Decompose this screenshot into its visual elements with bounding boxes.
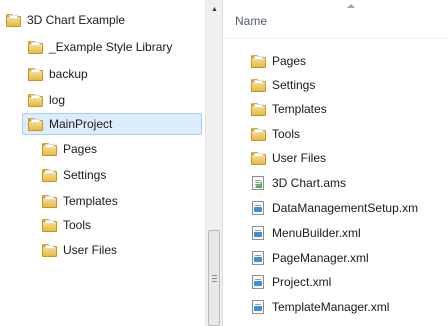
folder-icon — [42, 194, 57, 208]
xml-file-icon — [252, 226, 264, 240]
navigation-pane: 3D Chart Example _Example Style Library … — [0, 0, 205, 326]
xml-file-icon — [252, 300, 264, 314]
folder-icon — [42, 168, 57, 182]
nav-item-label: Pages — [63, 142, 98, 156]
nav-item-example-style-library[interactable]: _Example Style Library — [28, 37, 172, 57]
list-item-label: DataManagementSetup.xm — [272, 201, 419, 215]
nav-item-pages[interactable]: Pages — [42, 139, 97, 159]
list-item-label: Pages — [272, 54, 307, 68]
nav-item-label: log — [49, 93, 66, 107]
folder-icon — [251, 78, 266, 92]
nav-item-label: MainProject — [49, 117, 113, 131]
list-item-user-files[interactable]: User Files — [251, 148, 326, 168]
folder-icon — [28, 40, 43, 54]
nav-item-settings[interactable]: Settings — [42, 165, 106, 185]
folder-icon — [6, 13, 21, 27]
list-item-project[interactable]: Project.xml — [252, 272, 331, 292]
list-item-label: Project.xml — [272, 275, 332, 289]
nav-item-label: _Example Style Library — [49, 40, 173, 54]
nav-item-log[interactable]: log — [28, 90, 65, 110]
folder-icon — [28, 117, 43, 131]
scrollbar-thumb[interactable] — [208, 230, 220, 326]
nav-item-label: Templates — [63, 194, 118, 208]
name-column-header[interactable]: Name — [235, 14, 267, 28]
list-item-settings[interactable]: Settings — [251, 75, 315, 95]
list-item-menubuilder[interactable]: MenuBuilder.xml — [252, 223, 361, 243]
nav-item-tools[interactable]: Tools — [42, 215, 91, 235]
nav-scrollbar[interactable]: ▲ — [205, 0, 223, 326]
list-item-label: User Files — [272, 151, 327, 165]
nav-item-label: backup — [49, 67, 88, 81]
folder-icon — [42, 142, 57, 156]
folder-icon — [28, 67, 43, 81]
nav-item-backup[interactable]: backup — [28, 64, 88, 84]
scroll-up-icon[interactable]: ▲ — [206, 6, 223, 13]
list-item-3d-chart-ams[interactable]: 3D Chart.ams — [252, 173, 346, 193]
nav-item-label: 3D Chart Example — [27, 13, 126, 27]
folder-icon — [251, 151, 266, 165]
file-list-pane: Name Pages Settings Templates Tools User… — [222, 0, 448, 326]
folder-icon — [251, 54, 266, 68]
folder-icon — [251, 102, 266, 116]
list-item-label: MenuBuilder.xml — [272, 226, 361, 240]
xml-file-icon — [252, 201, 264, 215]
list-item-templates[interactable]: Templates — [251, 99, 327, 119]
list-item-label: Settings — [272, 78, 316, 92]
list-item-datamanagementsetup[interactable]: DataManagementSetup.xm — [252, 198, 418, 218]
list-item-label: Tools — [272, 127, 301, 141]
list-item-pages[interactable]: Pages — [251, 51, 306, 71]
nav-item-label: User Files — [63, 243, 118, 257]
nav-item-label: Tools — [63, 218, 92, 232]
list-item-tools[interactable]: Tools — [251, 124, 300, 144]
folder-icon — [42, 243, 57, 257]
folder-icon — [28, 93, 43, 107]
header-divider — [223, 38, 448, 39]
nav-item-user-files[interactable]: User Files — [42, 240, 117, 260]
xml-file-icon — [252, 251, 264, 265]
ams-file-icon — [252, 176, 264, 190]
nav-item-3d-chart-example[interactable]: 3D Chart Example — [6, 10, 125, 30]
folder-icon — [251, 127, 266, 141]
sort-ascending-icon — [347, 4, 355, 8]
list-item-templatemanager[interactable]: TemplateManager.xml — [252, 297, 389, 317]
folder-icon — [42, 218, 57, 232]
nav-item-label: Settings — [63, 168, 107, 182]
list-item-label: PageManager.xml — [272, 251, 369, 265]
nav-item-templates[interactable]: Templates — [42, 191, 118, 211]
list-item-label: 3D Chart.ams — [272, 176, 347, 190]
xml-file-icon — [252, 275, 264, 289]
nav-item-mainproject[interactable]: MainProject — [22, 113, 202, 135]
list-item-label: Templates — [272, 102, 327, 116]
list-item-label: TemplateManager.xml — [272, 300, 390, 314]
list-item-pagemanager[interactable]: PageManager.xml — [252, 248, 369, 268]
